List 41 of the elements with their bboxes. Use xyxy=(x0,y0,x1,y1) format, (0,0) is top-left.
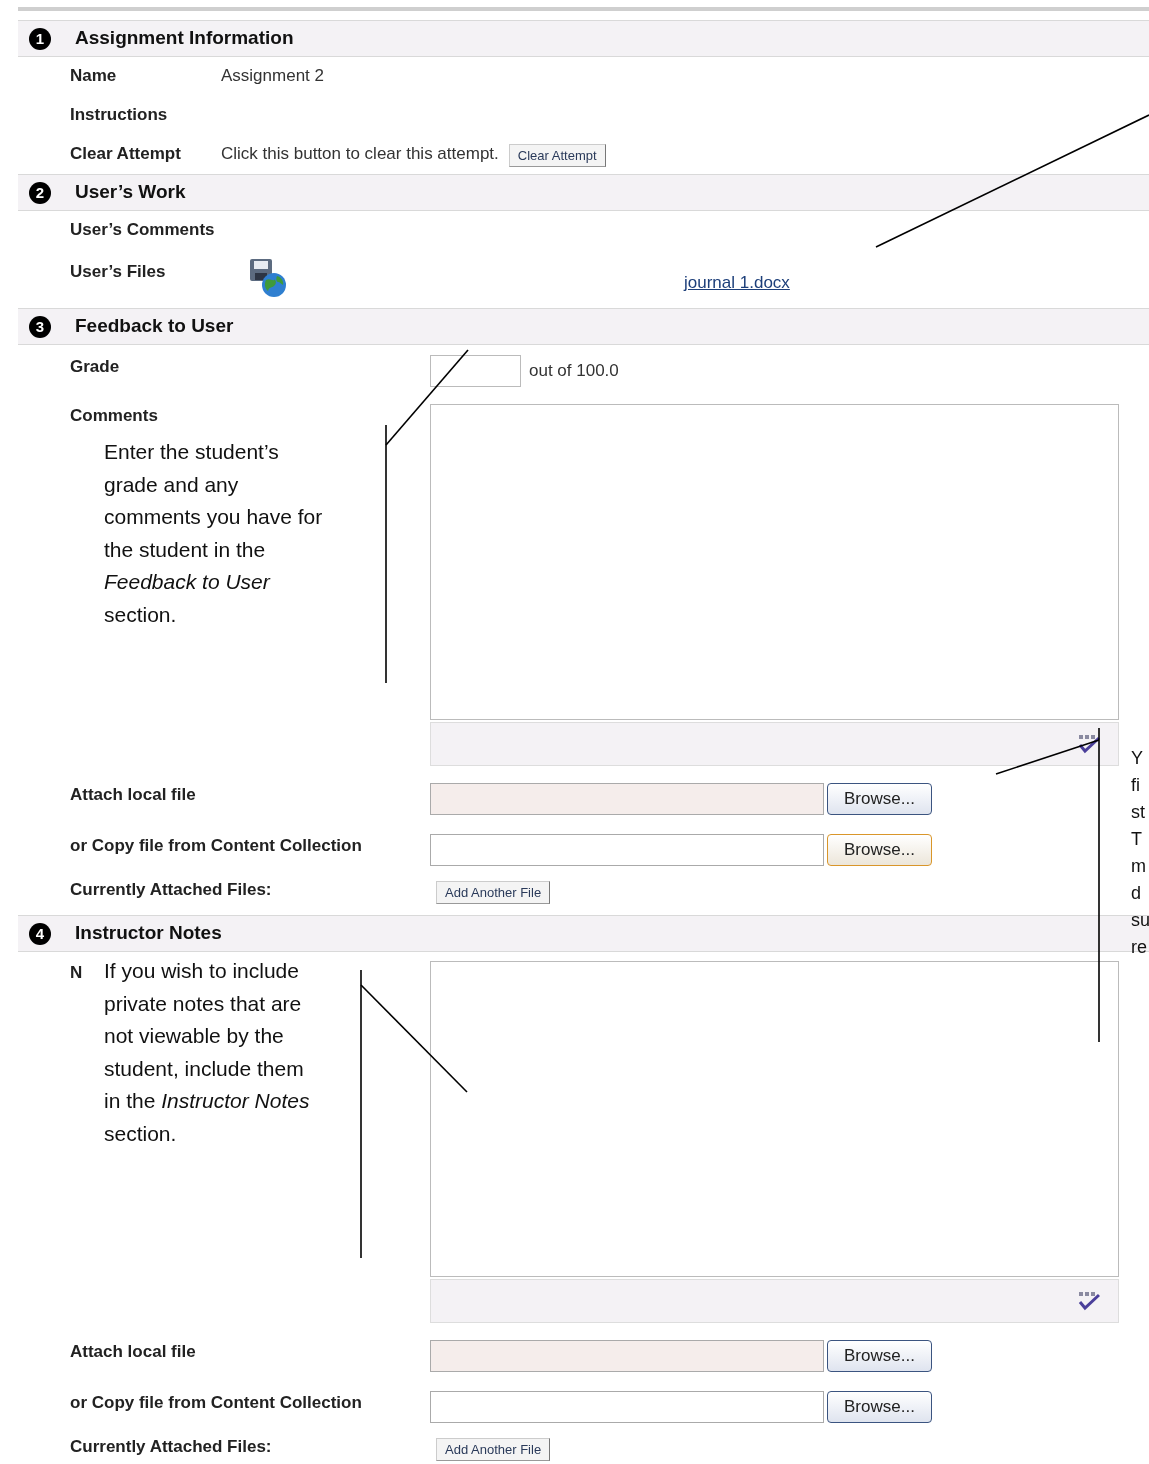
field-label: Attach local file xyxy=(70,1341,196,1363)
file-link[interactable]: journal 1.docx xyxy=(684,270,790,296)
section-number: 3 xyxy=(29,315,51,338)
field-label: Currently Attached Files: xyxy=(70,1436,272,1458)
section-title: User’s Work xyxy=(75,180,186,205)
spellcheck-icon[interactable] xyxy=(1076,1290,1100,1312)
section-title: Instructor Notes xyxy=(75,921,222,946)
field-label: Clear Attempt xyxy=(70,143,181,165)
browse-button[interactable]: Browse... xyxy=(827,834,932,866)
field-label: N xyxy=(70,962,83,984)
section-number: 4 xyxy=(29,922,51,945)
file-path-field[interactable] xyxy=(430,1391,824,1423)
instruction-text: Click this button to clear this attempt. xyxy=(221,143,499,165)
spellcheck-icon[interactable] xyxy=(1076,733,1100,755)
field-label: or Copy file from Content Collection xyxy=(70,835,362,857)
browse-button[interactable]: Browse... xyxy=(827,1391,932,1423)
section-title: Feedback to User xyxy=(75,314,234,339)
field-label: Name xyxy=(70,65,117,87)
field-label: User’s Files xyxy=(70,261,166,283)
field-value: Assignment 2 xyxy=(221,65,324,87)
field-label: Attach local file xyxy=(70,784,196,806)
callout-text: Y fi st T m d su re xyxy=(1131,747,1149,959)
section-number: 2 xyxy=(29,181,51,204)
add-file-button[interactable]: Add Another File xyxy=(436,1438,551,1461)
section-number: 1 xyxy=(29,27,51,50)
add-file-button[interactable]: Add Another File xyxy=(436,881,551,904)
field-label: Currently Attached Files: xyxy=(70,879,272,901)
field-label: or Copy file from Content Collection xyxy=(70,1392,362,1414)
field-label: Grade xyxy=(70,356,120,378)
field-label: User’s Comments xyxy=(70,219,215,241)
section-title: Assignment Information xyxy=(75,26,294,51)
grade-suffix: out of 100.0 xyxy=(529,360,619,382)
field-label: Instructions xyxy=(70,104,168,126)
field-label: Comments xyxy=(70,405,158,427)
file-path-field[interactable] xyxy=(430,1340,824,1372)
grade-field[interactable] xyxy=(430,355,521,387)
file-path-field[interactable] xyxy=(430,834,824,866)
browse-button[interactable]: Browse... xyxy=(827,1340,932,1372)
file-path-field[interactable] xyxy=(430,783,824,815)
clear-attempt-button[interactable]: Clear Attempt xyxy=(508,144,606,167)
browse-button[interactable]: Browse... xyxy=(827,783,932,815)
